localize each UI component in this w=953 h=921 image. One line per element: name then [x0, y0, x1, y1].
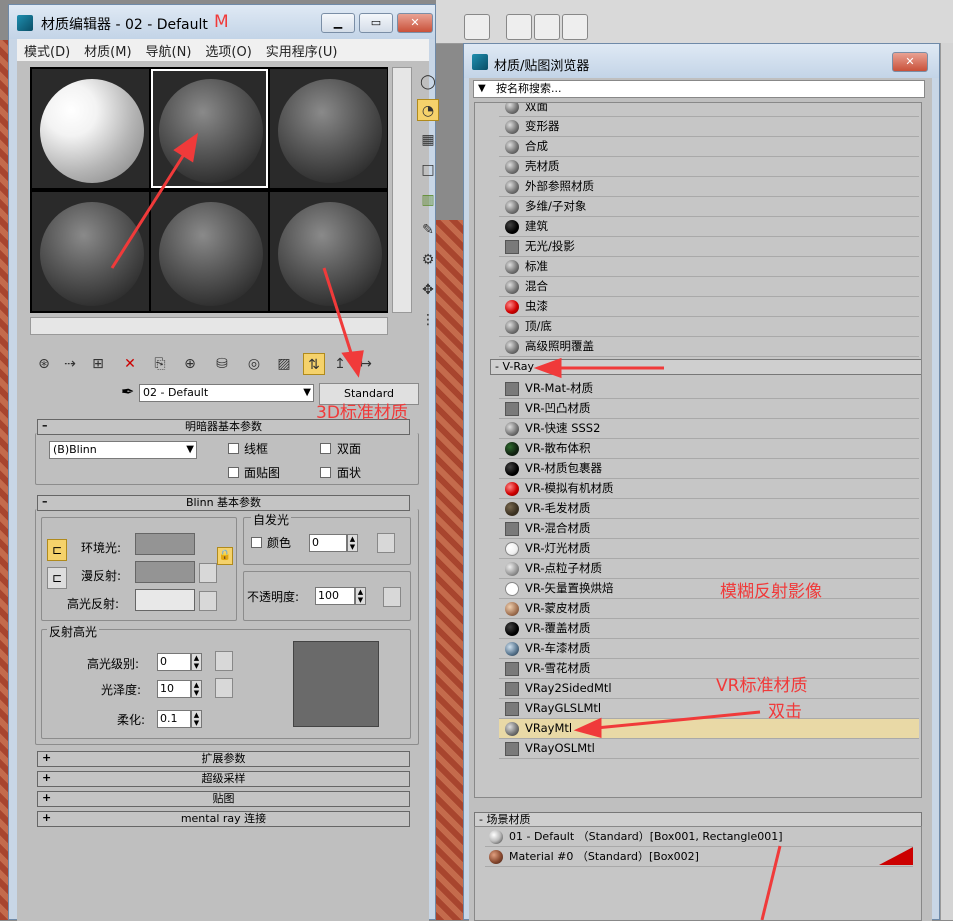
- arrow-standard: [322, 267, 354, 357]
- annotation-standard: 3D标准材质: [316, 403, 408, 423]
- arrow-head: [341, 350, 364, 378]
- arrow-scene: [760, 845, 782, 920]
- arrow-vraymtl: [595, 710, 761, 730]
- arrow-slot: [110, 147, 190, 269]
- arrow-head: [173, 132, 199, 163]
- arrow-head: [573, 717, 602, 738]
- annotation-arrows: [110, 132, 782, 920]
- annotation-vr-standard: VR标准材质: [716, 676, 808, 696]
- annotation-blur: 模糊反射影像: [720, 582, 822, 602]
- annotation-double-click: 双击: [768, 702, 802, 722]
- arrow-head: [533, 357, 562, 379]
